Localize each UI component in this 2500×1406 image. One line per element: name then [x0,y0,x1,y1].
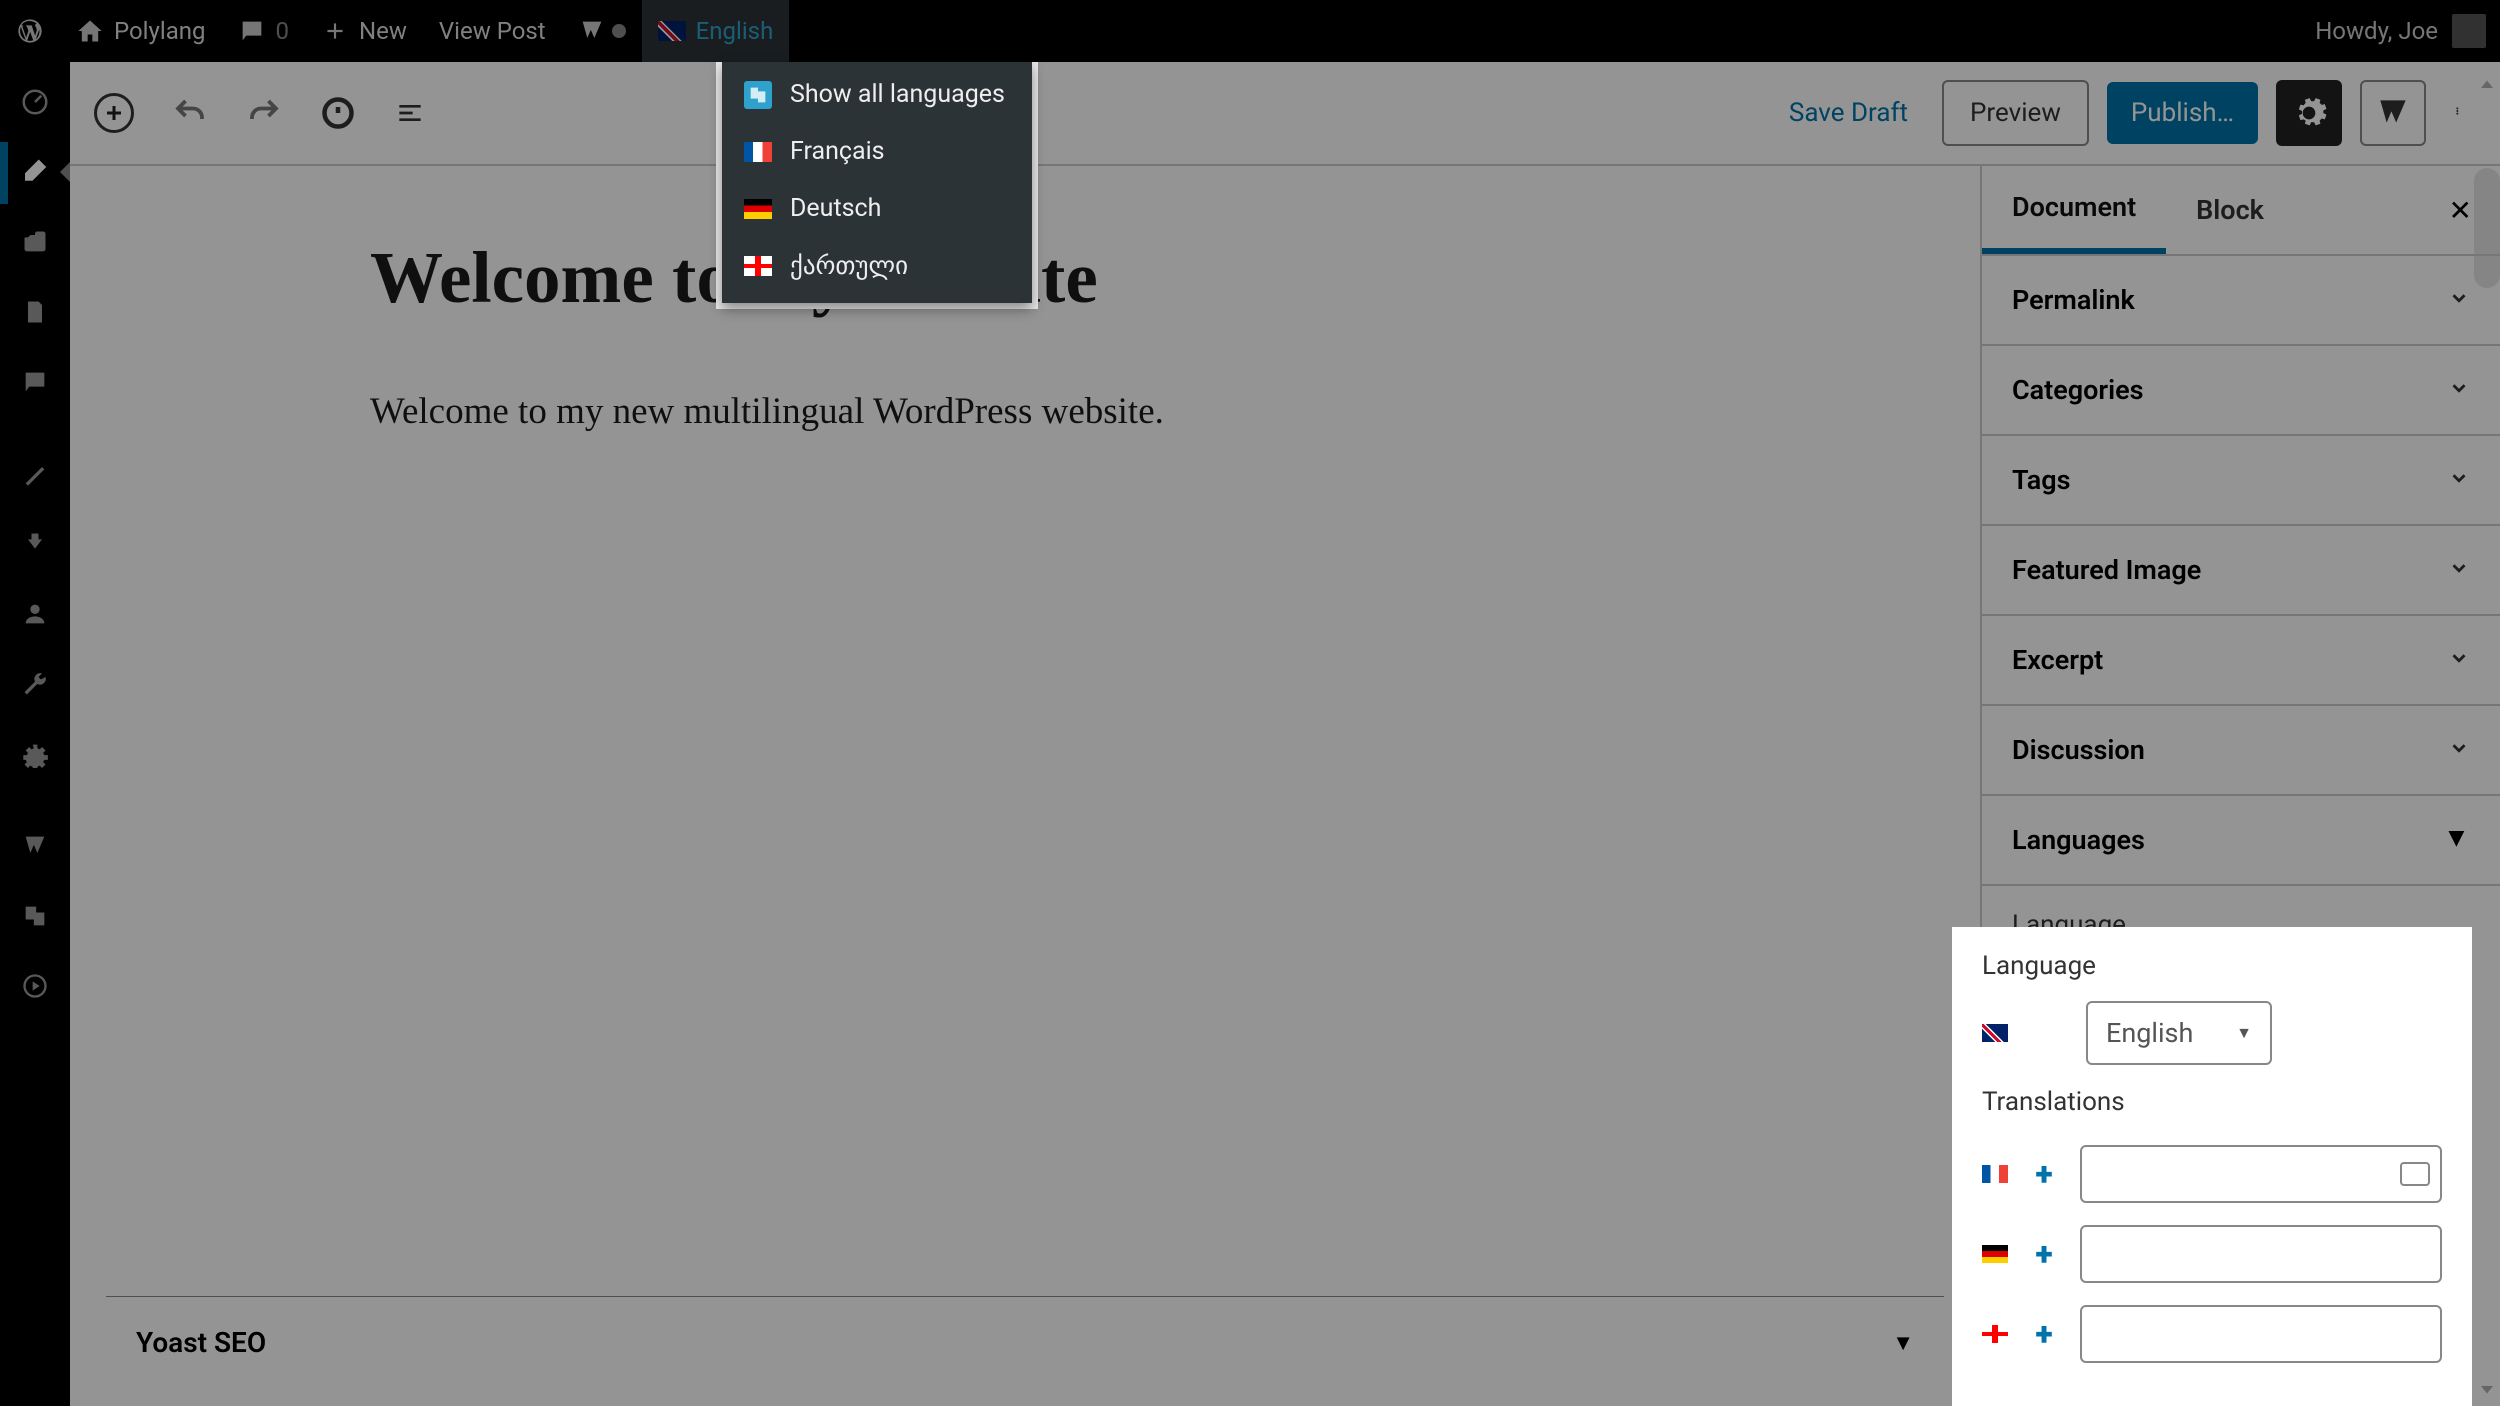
plus-icon [321,17,349,45]
languages-panel-highlight: Language English ▼ Translations + + + [1952,927,2472,1406]
vertical-scrollbar[interactable] [2474,168,2500,288]
sidebar-tabs: Document Block ✕ [1982,166,2500,256]
chevron-down-icon [2448,644,2470,676]
block-navigation-button[interactable] [394,97,426,129]
wp-admin-bar: Polylang 0 New View Post [0,0,2500,62]
yoast-metabox-toggle[interactable]: Yoast SEO ▼ [106,1296,1944,1388]
sidebar-item-settings[interactable] [19,738,51,770]
language-switcher-dropdown: Show all languages Français Deutsch ქართ… [722,62,1032,303]
panel-tags[interactable]: Tags [1982,436,2500,526]
settings-toggle-button[interactable] [2276,80,2342,146]
editor-canvas[interactable]: Welcome to my website Welcome to my new … [70,166,1980,1406]
sidebar-item-media[interactable] [19,226,51,258]
yoast-toggle-button[interactable] [2360,80,2426,146]
redo-button[interactable] [246,95,282,131]
sidebar-item-appearance[interactable] [19,458,51,490]
sidebar-item-posts[interactable] [19,156,51,188]
sidebar-item-dashboard[interactable] [19,86,51,118]
chevron-down-icon [2448,374,2470,406]
dropdown-triangle-icon: ▼ [2236,1023,2252,1043]
yoast-icon [578,17,606,45]
comment-icon [238,17,266,45]
translation-input-de[interactable] [2080,1225,2442,1283]
sidebar-item-collapse[interactable] [19,970,51,1002]
wp-logo-menu[interactable] [0,0,60,62]
chevron-down-icon [2448,554,2470,586]
howdy-label: Howdy, Joe [2315,17,2438,45]
preview-button[interactable]: Preview [1942,80,2089,146]
avatar[interactable] [2452,14,2486,48]
flag-gb-icon [658,21,686,41]
language-select[interactable]: English ▼ [2086,1001,2272,1065]
panel-excerpt[interactable]: Excerpt [1982,616,2500,706]
add-block-button[interactable] [94,93,134,133]
panel-languages[interactable]: Languages▲ [1982,796,2500,886]
dropdown-show-all-languages[interactable]: Show all languages [722,62,1032,123]
comments-menu[interactable]: 0 [222,0,306,62]
flag-de-icon [744,199,772,219]
panel-featured-image[interactable]: Featured Image [1982,526,2500,616]
add-translation-de-button[interactable]: + [2030,1235,2058,1273]
status-dot-icon [612,24,626,38]
view-post-label: View Post [439,17,546,45]
sidebar-item-plugins[interactable] [19,528,51,560]
content-structure-button[interactable] [320,95,356,131]
translate-icon [744,81,772,109]
scrollbar-arrow-down-icon[interactable] [2478,1380,2496,1402]
dropdown-lang-ge[interactable]: ქართული [722,237,1032,295]
chevron-down-icon [2448,464,2470,496]
flag-ge-icon [744,256,772,276]
add-translation-ge-button[interactable]: + [2030,1315,2058,1353]
flag-ge-icon [1982,1325,2008,1343]
comment-count: 0 [276,17,290,45]
new-label: New [359,17,407,45]
publish-button[interactable]: Publish… [2107,82,2258,144]
home-icon [76,17,104,45]
flag-fr-icon [744,142,772,162]
editor-toolbar: Save Draft Preview Publish… [70,62,2500,166]
chevron-up-icon: ▲ [2443,824,2470,856]
sidebar-item-users[interactable] [19,598,51,630]
picker-icon[interactable] [2400,1162,2430,1186]
chevron-down-icon [2448,734,2470,766]
flag-de-icon [1982,1245,2008,1263]
new-content-menu[interactable]: New [305,0,423,62]
add-translation-fr-button[interactable]: + [2030,1155,2058,1193]
view-post-link[interactable]: View Post [423,0,562,62]
yoast-metabox-label: Yoast SEO [136,1326,266,1359]
dropdown-show-all-label: Show all languages [790,80,1005,109]
undo-button[interactable] [172,95,208,131]
sidebar-item-pages[interactable] [19,296,51,328]
translation-input-ge[interactable] [2080,1305,2442,1363]
flag-fr-icon [1982,1165,2008,1183]
site-name-menu[interactable]: Polylang [60,0,222,62]
site-name-label: Polylang [114,17,206,45]
tab-block[interactable]: Block [2166,166,2294,254]
dropdown-lang-de[interactable]: Deutsch [722,180,1032,237]
scrollbar-arrow-up-icon[interactable] [2478,76,2496,98]
more-options-button[interactable] [2444,93,2476,133]
dropdown-lang-fr[interactable]: Français [722,123,1032,180]
post-content[interactable]: Welcome to my new multilingual WordPress… [70,330,1980,433]
wp-admin-sidebar [0,62,70,1406]
current-language-label: English [696,17,774,45]
tab-document[interactable]: Document [1982,166,2166,254]
sidebar-item-comments[interactable] [19,366,51,398]
yoast-menu[interactable] [562,0,642,62]
flag-gb-icon [1982,1024,2008,1042]
translation-input-fr[interactable] [2080,1145,2442,1203]
language-switcher-menu[interactable]: English [642,0,790,62]
sidebar-item-yoast[interactable] [19,830,51,862]
panel-categories[interactable]: Categories [1982,346,2500,436]
sidebar-item-languages[interactable] [19,900,51,932]
save-draft-button[interactable]: Save Draft [1773,88,1924,138]
panel-permalink[interactable]: Permalink [1982,256,2500,346]
wordpress-icon [16,17,44,45]
caret-down-icon: ▼ [1892,1330,1914,1356]
panel-discussion[interactable]: Discussion [1982,706,2500,796]
chevron-down-icon [2448,284,2470,316]
sidebar-item-tools[interactable] [19,668,51,700]
